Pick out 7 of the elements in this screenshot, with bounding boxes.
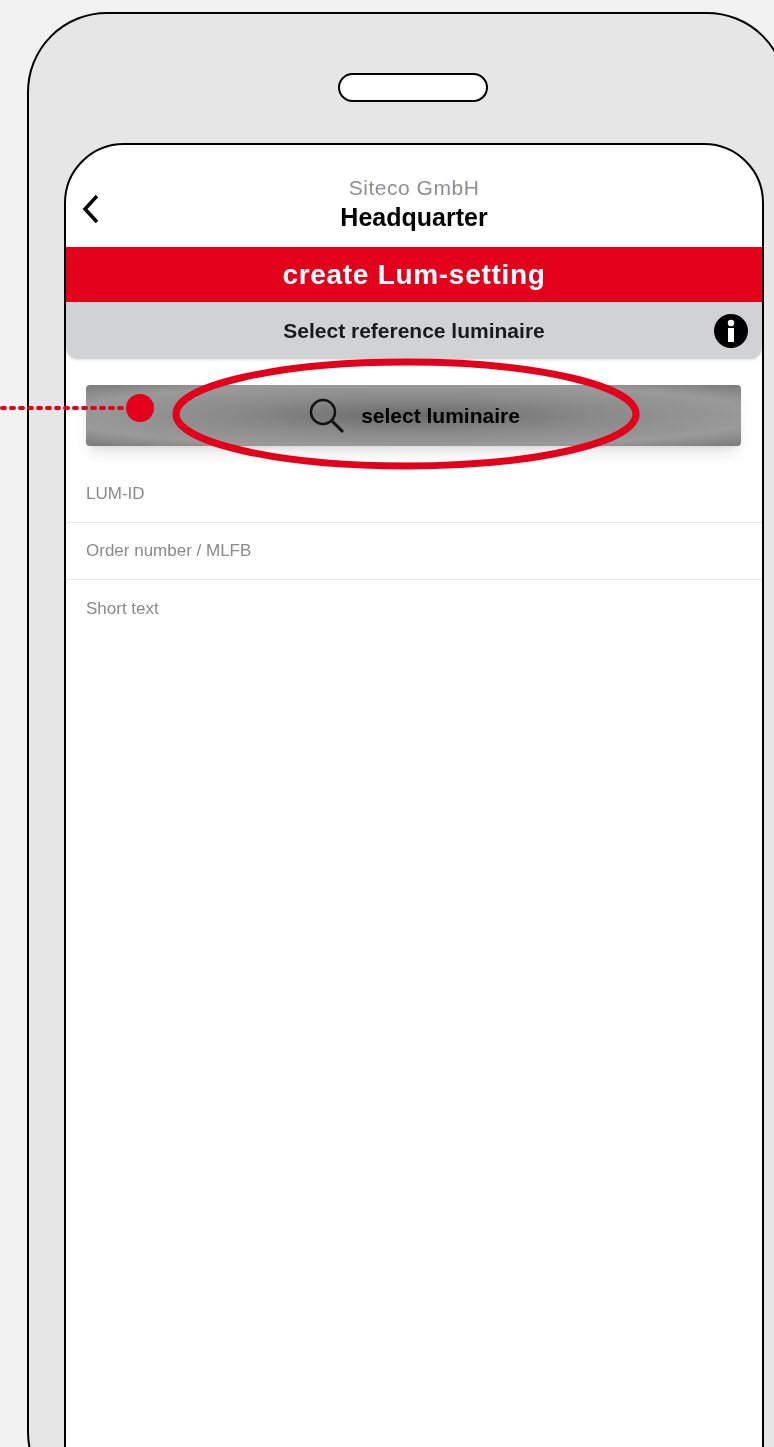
header-subtitle: Siteco GmbH bbox=[348, 175, 480, 201]
page-banner: create Lum-setting bbox=[66, 247, 762, 302]
header-title: Headquarter bbox=[340, 202, 488, 233]
select-luminaire-button[interactable]: select luminaire bbox=[86, 385, 741, 446]
section-title: Select reference luminaire bbox=[283, 317, 545, 344]
info-icon[interactable] bbox=[714, 314, 748, 348]
back-icon[interactable] bbox=[82, 194, 100, 224]
